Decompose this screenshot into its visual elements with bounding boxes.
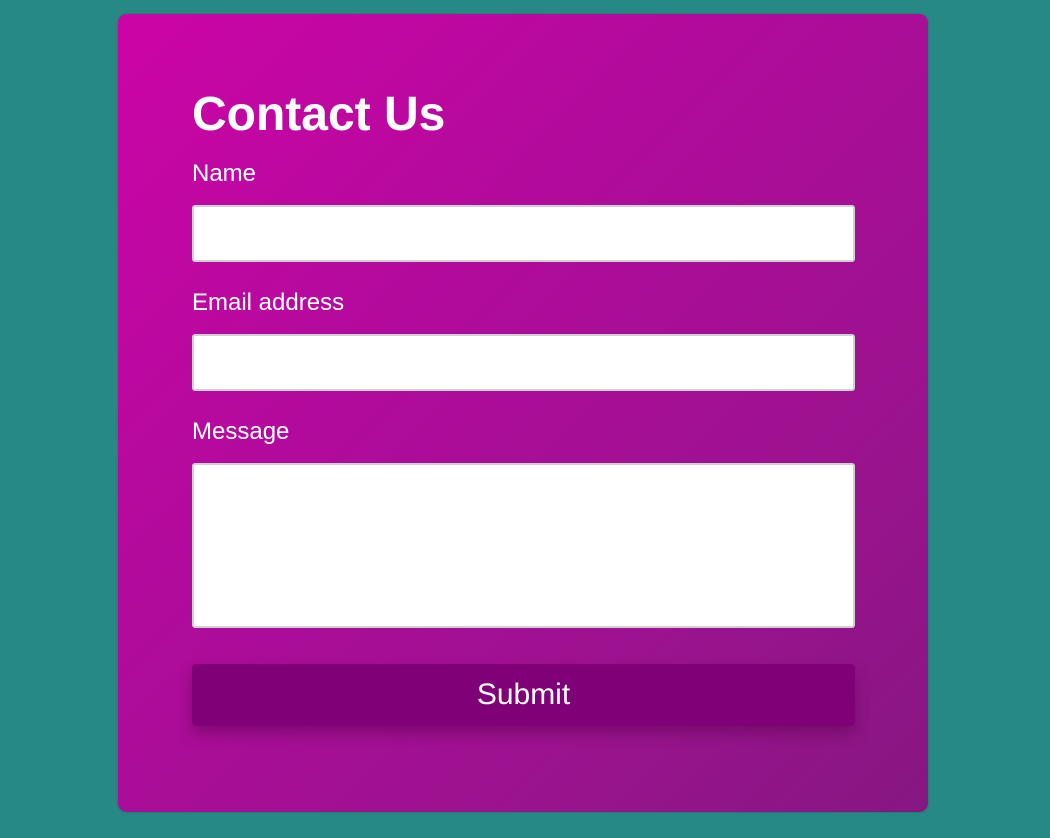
name-label: Name <box>192 160 257 187</box>
email-label: Email address <box>192 289 345 316</box>
submit-button[interactable]: Submit <box>192 664 855 726</box>
message-label: Message <box>192 418 290 445</box>
email-input[interactable] <box>192 334 855 391</box>
message-textarea[interactable] <box>192 463 855 628</box>
form-title: Contact Us <box>192 88 446 141</box>
name-input[interactable] <box>192 205 855 262</box>
contact-form-card: Contact Us Name Email address Message Su… <box>118 14 928 812</box>
